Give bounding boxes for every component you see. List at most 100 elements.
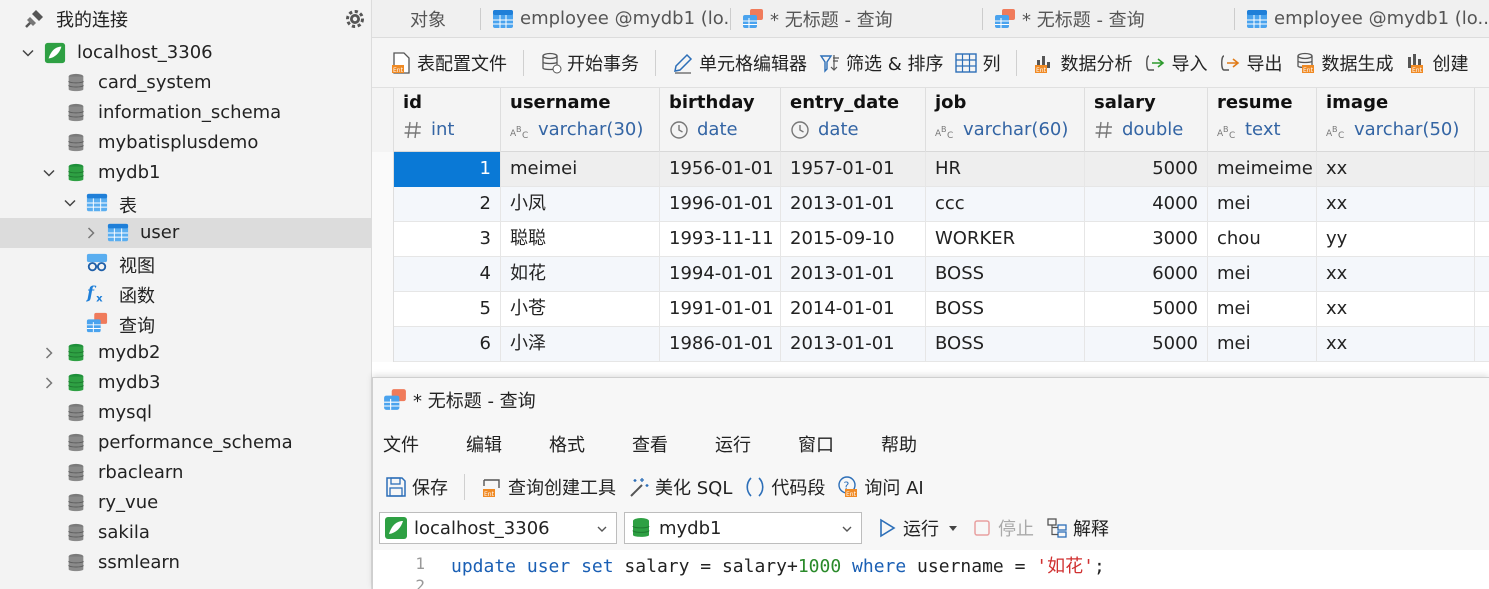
cell-resume[interactable]: mei (1208, 327, 1317, 362)
row-marker[interactable] (372, 292, 394, 327)
cell-image[interactable]: xx (1317, 187, 1475, 222)
query-window-titlebar[interactable]: * 无标题 - 查询 (373, 378, 1489, 422)
cell-job[interactable]: BOSS (926, 292, 1085, 327)
cell-birthday[interactable]: 1994-01-01 (660, 257, 781, 292)
cell-image[interactable]: xx (1317, 292, 1475, 327)
tree-item-表[interactable]: 表 (0, 188, 371, 218)
column-header-entry_date[interactable]: entry_date date (781, 88, 926, 152)
ask-ai-button[interactable]: ? Ent 询问 AI (831, 470, 929, 504)
cell-image[interactable]: xx (1317, 257, 1475, 292)
menu-run[interactable]: 运行 (715, 431, 751, 457)
cell-entry_date[interactable]: 2014-01-01 (781, 292, 926, 327)
cell-editor-button[interactable]: 单元格编辑器 (666, 46, 813, 80)
menu-file[interactable]: 文件 (383, 431, 419, 457)
save-button[interactable]: 保存 (379, 470, 454, 504)
menu-format[interactable]: 格式 (549, 431, 585, 457)
stop-button[interactable]: 停止 (965, 511, 1040, 545)
column-header-username[interactable]: username A B Cvarchar(30) (501, 88, 660, 152)
chevron-right-icon[interactable] (41, 375, 57, 391)
run-button[interactable]: 运行 (870, 511, 965, 545)
table-row[interactable]: 6 小泽 1986-01-01 2013-01-01 BOSS 5000 mei xx (372, 327, 1489, 362)
chevron-right-icon[interactable] (83, 225, 99, 241)
database-select[interactable]: mydb1 (624, 512, 862, 544)
cell-salary[interactable]: 5000 (1085, 292, 1208, 327)
row-marker[interactable] (372, 187, 394, 222)
chevron-down-icon[interactable] (62, 195, 78, 211)
tree-item-mysql[interactable]: mysql (0, 398, 371, 428)
menu-window[interactable]: 窗口 (798, 431, 834, 457)
cell-username[interactable]: 小凤 (501, 187, 660, 222)
tab-query-2[interactable]: * 无标题 - 查询 (982, 0, 1234, 38)
row-marker[interactable] (372, 327, 394, 362)
begin-transaction-button[interactable]: 开始事务 (534, 46, 645, 80)
cell-id[interactable]: 2 (394, 187, 501, 222)
row-marker[interactable] (372, 152, 394, 187)
columns-button[interactable]: 列 (949, 46, 1006, 80)
cell-image[interactable]: xx (1317, 152, 1475, 187)
cell-id[interactable]: 3 (394, 222, 501, 257)
column-header-image[interactable]: image A B Cvarchar(50) (1317, 88, 1475, 152)
tab-objects[interactable]: 对象 (372, 0, 480, 38)
cell-birthday[interactable]: 1986-01-01 (660, 327, 781, 362)
cell-image[interactable]: yy (1317, 222, 1475, 257)
tree-item-card_system[interactable]: card_system (0, 68, 371, 98)
cell-salary[interactable]: 6000 (1085, 257, 1208, 292)
cell-username[interactable]: 小苍 (501, 292, 660, 327)
create-button[interactable]: Ent 创建 (1399, 46, 1474, 80)
table-row[interactable]: 3 聪聪 1993-11-11 2015-09-10 WORKER 3000 chou yy (372, 222, 1489, 257)
cell-birthday[interactable]: 1956-01-01 (660, 152, 781, 187)
column-header-salary[interactable]: salary double (1085, 88, 1208, 152)
cell-entry_date[interactable]: 2013-01-01 (781, 257, 926, 292)
tree-item-ry_vue[interactable]: ry_vue (0, 488, 371, 518)
import-button[interactable]: 导入 (1138, 46, 1213, 80)
chevron-down-icon[interactable] (41, 165, 57, 181)
caret-down-icon[interactable] (947, 522, 959, 534)
tree-item-视图[interactable]: 视图 (0, 248, 371, 278)
sql-editor[interactable]: 1 2 update user set salary = salary+1000… (373, 550, 1489, 589)
tab-query-1[interactable]: * 无标题 - 查询 (730, 0, 982, 38)
grid-corner[interactable] (372, 88, 394, 152)
cell-id[interactable]: 4 (394, 257, 501, 292)
tab-employee-1[interactable]: employee @mydb1 (lo... (480, 0, 730, 38)
cell-salary[interactable]: 5000 (1085, 327, 1208, 362)
export-button[interactable]: 导出 (1213, 46, 1288, 80)
tree-item-查询[interactable]: 查询 (0, 308, 371, 338)
cell-job[interactable]: ccc (926, 187, 1085, 222)
cell-resume[interactable]: mei (1208, 257, 1317, 292)
cell-username[interactable]: 小泽 (501, 327, 660, 362)
cell-username[interactable]: meimei (501, 152, 660, 187)
tree-item-performance_schema[interactable]: performance_schema (0, 428, 371, 458)
cell-job[interactable]: BOSS (926, 327, 1085, 362)
cell-birthday[interactable]: 1993-11-11 (660, 222, 781, 257)
row-marker[interactable] (372, 222, 394, 257)
tree-item-user[interactable]: user (0, 218, 371, 248)
cell-username[interactable]: 如花 (501, 257, 660, 292)
tree-item-rbaclearn[interactable]: rbaclearn (0, 458, 371, 488)
table-row[interactable]: 2 小凤 1996-01-01 2013-01-01 ccc 4000 mei xx (372, 187, 1489, 222)
cell-job[interactable]: WORKER (926, 222, 1085, 257)
column-header-id[interactable]: id int (394, 88, 501, 152)
explain-button[interactable]: 解释 (1040, 511, 1115, 545)
table-config-button[interactable]: Ent 表配置文件 (384, 46, 513, 80)
menu-edit[interactable]: 编辑 (466, 431, 502, 457)
row-marker[interactable] (372, 257, 394, 292)
cell-birthday[interactable]: 1991-01-01 (660, 292, 781, 327)
connection-select[interactable]: localhost_3306 (379, 512, 617, 544)
cell-salary[interactable]: 5000 (1085, 152, 1208, 187)
column-header-resume[interactable]: resume A B Ctext (1208, 88, 1317, 152)
tree-item-mydb1[interactable]: mydb1 (0, 158, 371, 188)
tree-item-sakila[interactable]: sakila (0, 518, 371, 548)
cell-resume[interactable]: mei (1208, 292, 1317, 327)
cell-id[interactable]: 6 (394, 327, 501, 362)
gear-icon[interactable] (343, 7, 367, 31)
tree-item-information_schema[interactable]: information_schema (0, 98, 371, 128)
cell-entry_date[interactable]: 2013-01-01 (781, 187, 926, 222)
filter-sort-button[interactable]: 筛选 & 排序 (813, 46, 949, 80)
tree-item-mydb2[interactable]: mydb2 (0, 338, 371, 368)
data-generation-button[interactable]: Ent 数据生成 (1288, 46, 1399, 80)
cell-resume[interactable]: chou (1208, 222, 1317, 257)
sql-code-line[interactable]: update user set salary = salary+1000 whe… (451, 552, 1105, 578)
tree-item-mydb3[interactable]: mydb3 (0, 368, 371, 398)
cell-job[interactable]: HR (926, 152, 1085, 187)
code-snippet-button[interactable]: 代码段 (738, 470, 831, 504)
